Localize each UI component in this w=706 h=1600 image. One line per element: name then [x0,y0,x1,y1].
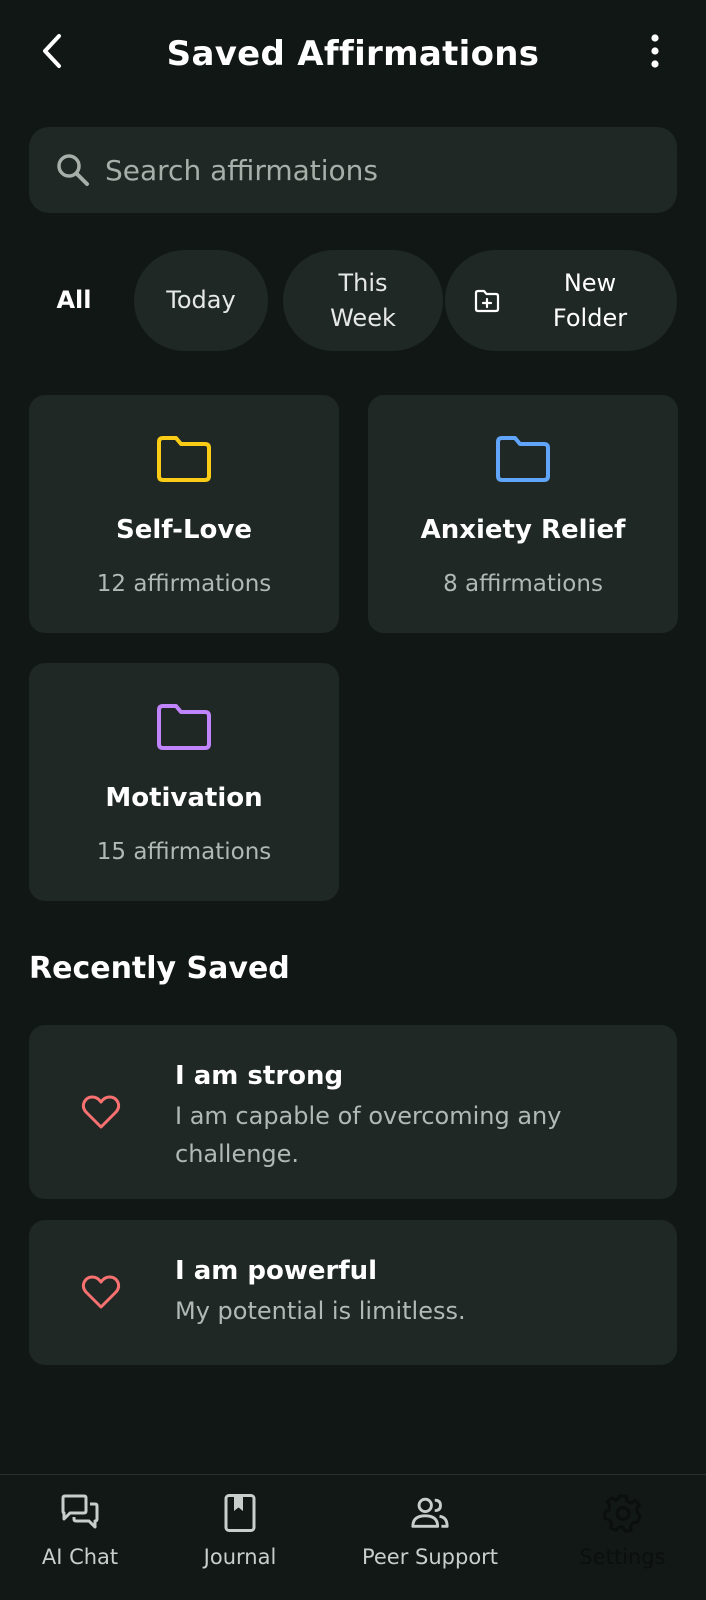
bottom-navigation: AI Chat Journal Peer Support Settings [0,1474,706,1600]
nav-label: Settings [579,1545,666,1569]
folder-card-self-love[interactable]: Self-Love 12 affirmations [29,395,339,633]
filter-chip-label: This Week [330,268,396,332]
nav-item-ai-chat[interactable]: AI Chat [30,1475,130,1600]
folder-count: 15 affirmations [96,839,272,865]
filter-chip-label: Today [166,286,236,315]
more-options-button[interactable] [640,28,670,74]
heart-icon[interactable] [79,1090,123,1134]
top-app-bar: Saved Affirmations [0,0,706,108]
search-icon [53,150,93,190]
heart-icon[interactable] [79,1270,123,1314]
nav-label: Journal [203,1545,277,1569]
recently-saved-heading: Recently Saved [29,951,290,986]
folder-count: 12 affirmations [96,571,272,597]
folder-name: Self-Love [116,515,252,545]
page-title: Saved Affirmations [166,34,540,74]
more-vertical-icon [651,34,659,68]
nav-item-journal[interactable]: Journal [190,1475,290,1600]
affirmation-text: My potential is limitless. [175,1297,466,1325]
folder-card-motivation[interactable]: Motivation 15 affirmations [29,663,339,901]
affirmation-title: I am powerful [175,1256,378,1286]
gear-icon [602,1493,643,1533]
folder-icon [368,435,678,489]
folder-icon [29,435,339,489]
folder-count: 8 affirmations [443,571,603,597]
new-folder-label: New Folder [552,268,628,332]
folder-card-anxiety-relief[interactable]: Anxiety Relief 8 affirmations [368,395,678,633]
affirmation-text: I am capable of overcoming any challenge… [175,1102,562,1168]
filter-chip-label: All [56,286,92,315]
affirmation-card[interactable]: I am powerful My potential is limitless. [29,1220,677,1365]
chat-icon [60,1493,100,1533]
folder-name: Anxiety Relief [420,515,626,545]
affirmation-card[interactable]: I am strong I am capable of overcoming a… [29,1025,677,1199]
affirmation-title: I am strong [175,1061,344,1091]
filter-chip-this-week[interactable]: This Week [283,250,443,351]
folder-plus-icon [473,287,501,315]
nav-label: Peer Support [361,1545,499,1569]
search-input[interactable] [105,153,677,187]
new-folder-button[interactable]: New Folder [445,250,677,351]
filter-chip-today[interactable]: Today [134,250,268,351]
nav-item-peer-support[interactable]: Peer Support [350,1475,510,1600]
filter-chip-all[interactable]: All [29,250,119,351]
folder-icon [29,703,339,757]
folder-name: Motivation [105,783,263,813]
search-bar[interactable] [29,127,677,213]
journal-icon [220,1493,260,1533]
nav-item-settings[interactable]: Settings [570,1475,675,1600]
nav-label: AI Chat [41,1545,119,1569]
app-root: Saved Affirmations All Today This Week [0,0,706,1600]
people-icon [410,1493,450,1533]
